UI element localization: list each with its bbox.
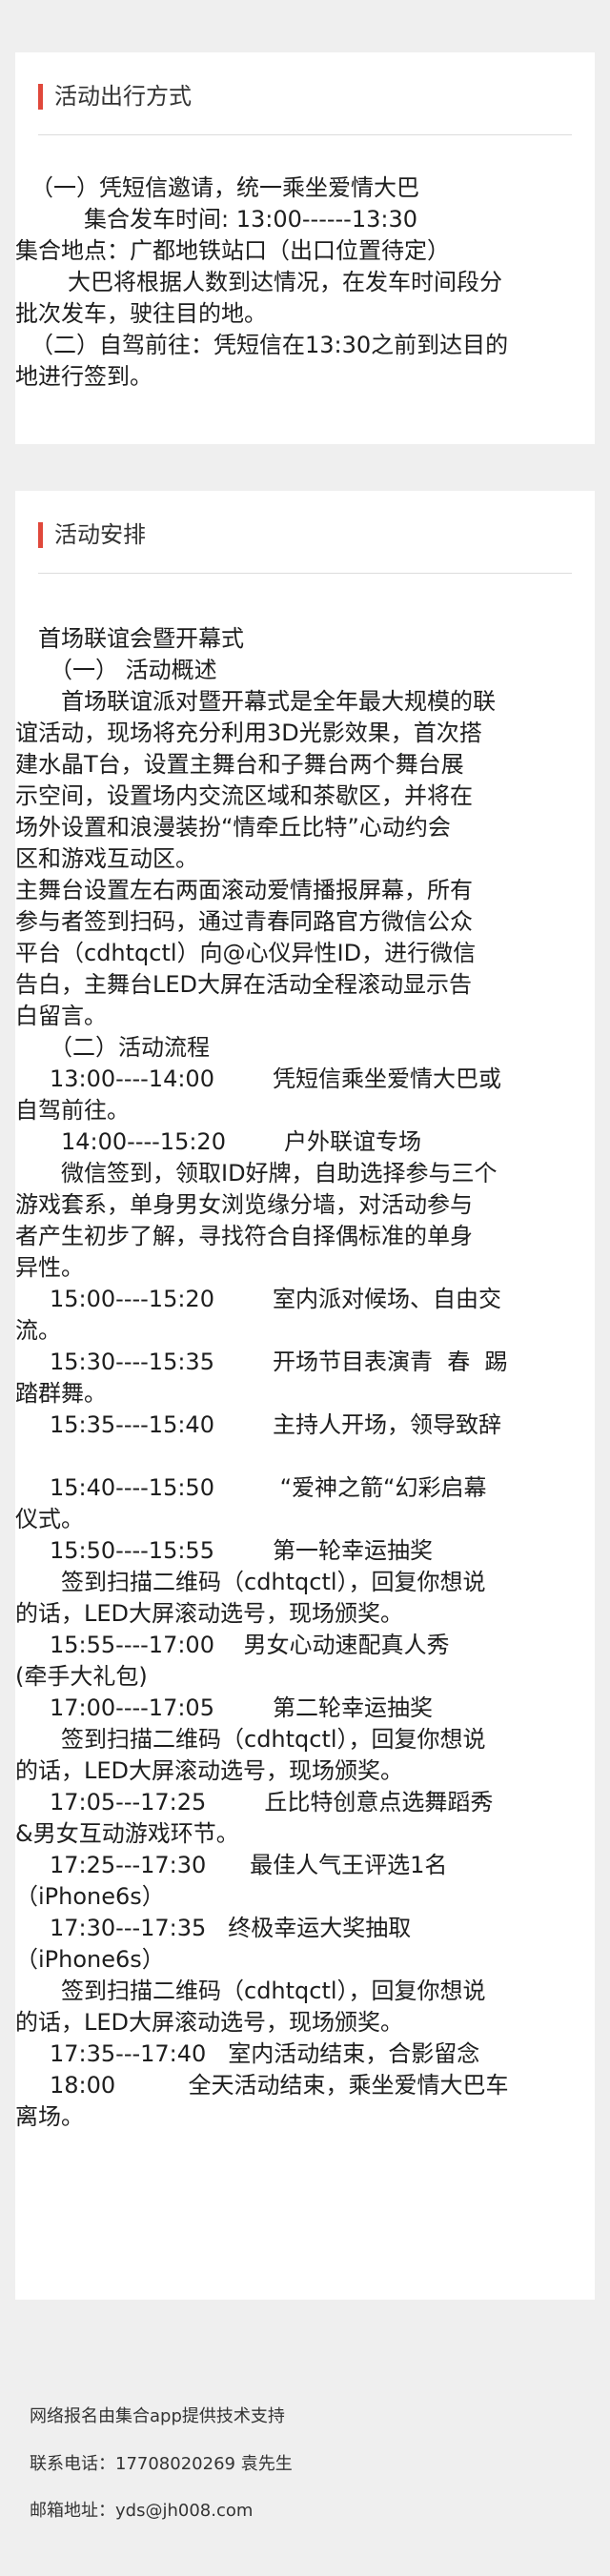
schedule-section-title: 活动安排 [54,521,146,548]
schedule-line: （iPhone6s） [15,1946,165,1973]
schedule-line: (牵手大礼包) [15,1663,148,1690]
section-accent-bar [38,522,43,548]
travel-line: 集合发车时间: 13:00------13:30 [84,206,418,233]
schedule-line: 示空间，设置场内交流区域和茶歇区，并将在 [15,782,473,809]
footer-support-text: 网络报名由集合app提供技术支持 [30,2406,285,2426]
schedule-line: 17:00----17:05 第二轮幸运抽奖 [50,1694,433,1721]
schedule-line: （iPhone6s） [15,1883,165,1910]
schedule-line: 15:00----15:20 室内派对候场、自由交 [50,1286,501,1312]
schedule-line: 15:55----17:00 男女心动速配真人秀 [50,1632,450,1658]
footer-email[interactable]: 邮箱地址：yds@jh008.com [30,2500,253,2523]
travel-line: 批次发车，驶往目的地。 [15,300,267,327]
schedule-line: 者产生初步了解，寻找符合自择偶标准的单身 [15,1223,473,1249]
schedule-line: 谊活动，现场将充分利用3D光影效果，首次搭 [15,720,482,746]
travel-line: 大巴将根据人数到达情况，在发车时间段分 [68,269,502,295]
travel-section-header: 活动出行方式 [38,52,572,135]
travel-line: 集合地点：广都地铁站口（出口位置待定） [15,237,450,264]
schedule-line: 15:35----15:40 主持人开场，领导致辞 [50,1411,501,1438]
schedule-line: 平台（cdhtqctl）向@心仪异性ID，进行微信 [15,940,477,966]
schedule-line: 白留言。 [15,1003,107,1029]
schedule-line: 的话，LED大屏滚动选号，现场颁奖。 [15,1600,404,1627]
schedule-line: 仪式。 [15,1506,84,1532]
schedule-line: 游戏套系，单身男女浏览缘分墙，对活动参与 [15,1191,473,1218]
travel-line: （一）凭短信邀请，统一乘坐爱情大巴 [30,174,419,201]
travel-line: （二）自驾前往：凭短信在13:30之前到达目的 [30,332,509,358]
schedule-section-card: 活动安排 首场联谊会暨开幕式 （一） 活动概述 首场联谊派对暨开幕式是全年最大规… [15,491,595,2300]
schedule-line: 区和游戏互动区。 [15,845,198,872]
schedule-line: 建水晶T台，设置主舞台和子舞台两个舞台展 [15,751,464,778]
schedule-line: 签到扫描二维码（cdhtqctl），回复你想说 [61,1726,486,1753]
schedule-line: 15:30----15:35 开场节目表演青 春 踢 [50,1349,508,1375]
schedule-line: 17:05---17:25 丘比特创意点选舞蹈秀 [50,1789,494,1815]
schedule-line: 场外设置和浪漫装扮“情牵丘比特”心动约会 [15,814,451,841]
schedule-line: 14:00----15:20 户外联谊专场 [61,1128,421,1155]
schedule-line: 17:25---17:30 最佳人气王评选1名 [50,1852,448,1878]
schedule-line: 13:00----14:00 凭短信乘坐爱情大巴或 [50,1065,501,1092]
schedule-line: 主舞台设置左右两面滚动爱情播报屏幕，所有 [15,877,473,903]
schedule-line: 首场联谊会暨开幕式 [38,625,244,652]
schedule-line: 15:50----15:55 第一轮幸运抽奖 [50,1537,433,1564]
footer-phone[interactable]: 联系电话：17708020269 袁先生 [30,2453,293,2476]
schedule-line: 踏群舞。 [15,1380,107,1407]
section-accent-bar [38,84,43,110]
schedule-line: 18:00 全天活动结束，乘坐爱情大巴车 [50,2072,509,2099]
schedule-line: 异性。 [15,1254,84,1281]
schedule-line: （二）活动流程 [50,1034,210,1061]
travel-line: 地进行签到。 [15,363,152,390]
schedule-line: 首场联谊派对暨开幕式是全年最大规模的联 [61,688,496,715]
travel-section-title: 活动出行方式 [54,83,192,110]
schedule-line: 微信签到，领取ID好牌，自助选择参与三个 [61,1160,498,1187]
schedule-line: 签到扫描二维码（cdhtqctl），回复你想说 [61,1569,486,1595]
schedule-line: 自驾前往。 [15,1097,130,1124]
schedule-line: 签到扫描二维码（cdhtqctl），回复你想说 [61,1978,486,2004]
schedule-line: 参与者签到扫码，通过青春同路官方微信公众 [15,908,473,935]
schedule-line: 流。 [15,1317,61,1344]
schedule-line: 15:40----15:50 “爱神之箭“幻彩启幕 [50,1474,487,1501]
schedule-line: 离场。 [15,2103,84,2130]
schedule-section-header: 活动安排 [38,491,572,574]
schedule-line: 告白，主舞台LED大屏在活动全程滚动显示告 [15,971,473,998]
schedule-line: 17:35---17:40 室内活动结束，合影留念 [50,2040,480,2067]
schedule-line: &男女互动游戏环节。 [15,1820,239,1847]
travel-section-card: 活动出行方式 （一）凭短信邀请，统一乘坐爱情大巴 集合发车时间: 13:00--… [15,52,595,444]
schedule-line: 的话，LED大屏滚动选号，现场颁奖。 [15,2009,404,2036]
schedule-line: 的话，LED大屏滚动选号，现场颁奖。 [15,1757,404,1784]
schedule-line: （一） 活动概述 [50,657,217,683]
schedule-line: 17:30---17:35 终极幸运大奖抽取 [50,1915,412,1941]
